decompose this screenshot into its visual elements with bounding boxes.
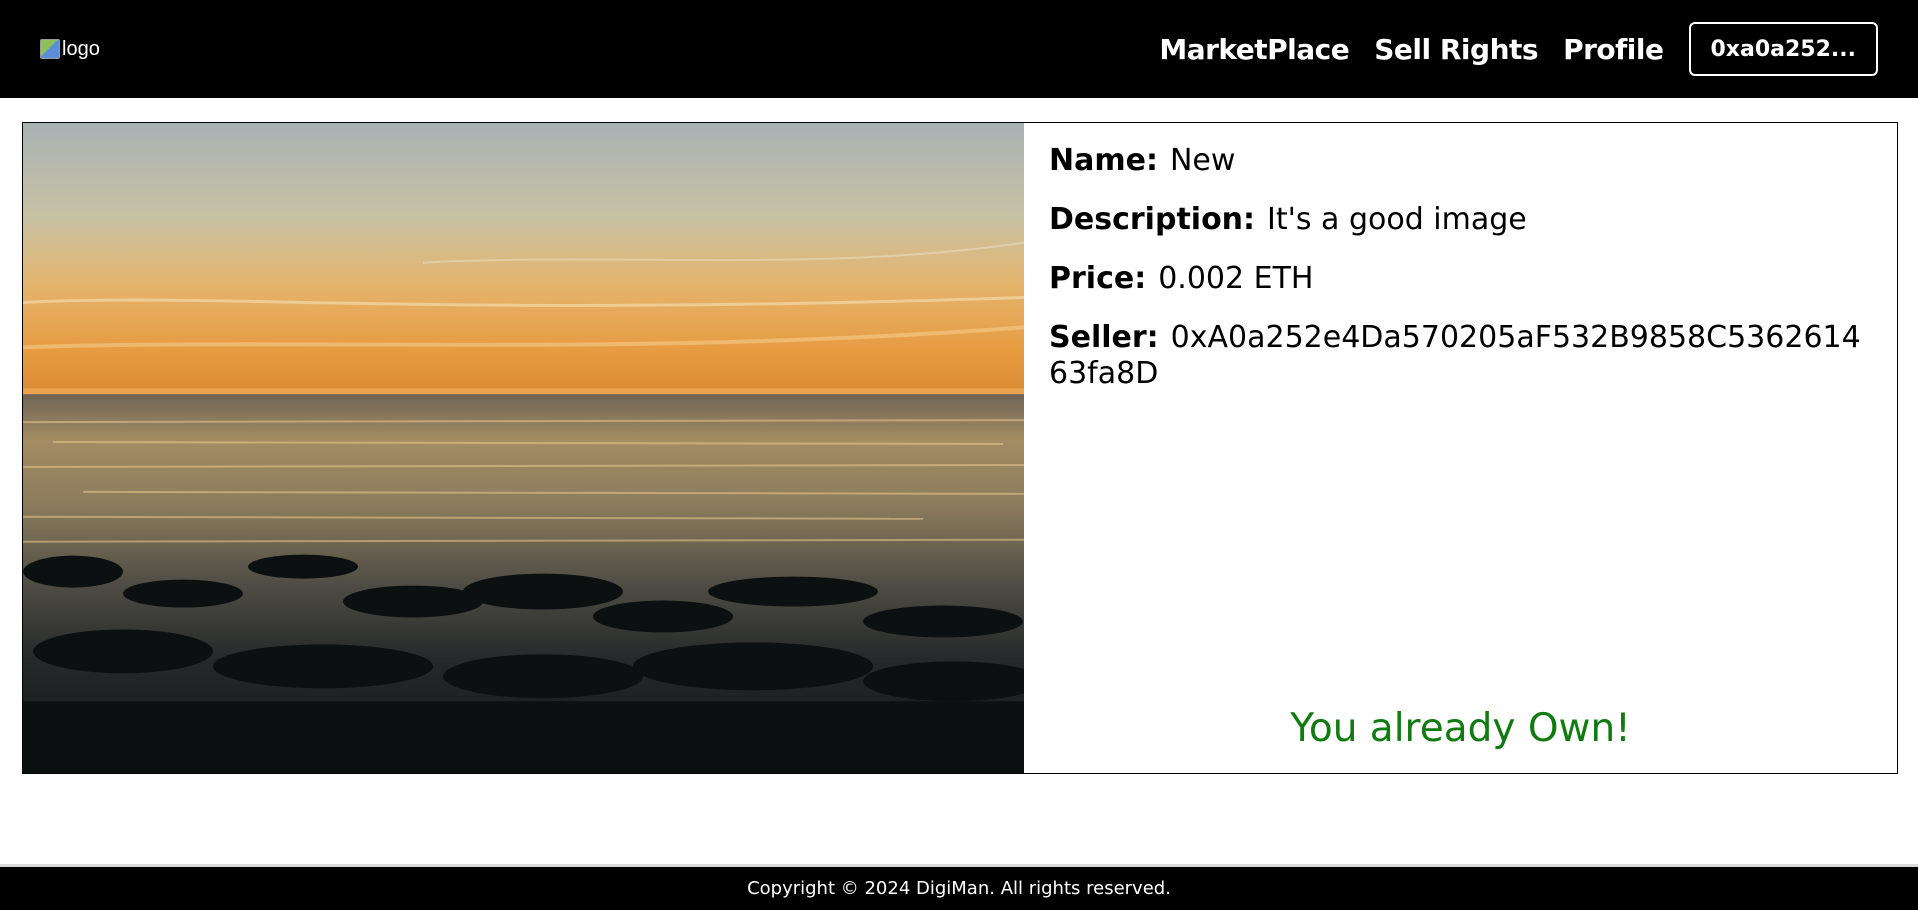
logo[interactable]: logo bbox=[40, 38, 100, 61]
seller-label: Seller: bbox=[1049, 320, 1159, 355]
footer: Copyright © 2024 DigiMan. All rights res… bbox=[0, 864, 1918, 910]
navbar: logo MarketPlace Sell Rights Profile 0xa… bbox=[0, 0, 1918, 98]
seller-row: Seller: 0xA0a252e4Da570205aF532B9858C5362… bbox=[1049, 320, 1872, 392]
nav-link-sell-rights[interactable]: Sell Rights bbox=[1374, 33, 1538, 66]
nav-menu: MarketPlace Sell Rights Profile 0xa0a252… bbox=[1159, 22, 1878, 76]
nft-detail-card: Name: New Description: It's a good image P… bbox=[22, 122, 1898, 774]
description-label: Description: bbox=[1049, 202, 1256, 237]
sunset-seascape-image bbox=[23, 123, 1024, 773]
wallet-address-button[interactable]: 0xa0a252... bbox=[1688, 22, 1878, 76]
seller-address: 0xA0a252e4Da570205aF532B9858C536261463fa… bbox=[1049, 320, 1861, 391]
logo-alt-text: logo bbox=[62, 37, 100, 60]
name-value: New bbox=[1169, 143, 1236, 178]
nav-link-profile[interactable]: Profile bbox=[1563, 33, 1664, 66]
nft-details: Name: New Description: It's a good image P… bbox=[1024, 123, 1897, 773]
description-row: Description: It's a good image bbox=[1049, 202, 1872, 238]
nav-link-marketplace[interactable]: MarketPlace bbox=[1159, 33, 1349, 66]
name-label: Name: bbox=[1049, 143, 1158, 178]
description-value: It's a good image bbox=[1267, 202, 1527, 237]
copyright-text: Copyright © 2024 DigiMan. All rights res… bbox=[747, 878, 1171, 899]
price-row: Price: 0.002 ETH bbox=[1049, 261, 1872, 297]
ownership-status: You already Own! bbox=[1290, 706, 1631, 751]
nft-image bbox=[23, 123, 1024, 773]
name-row: Name: New bbox=[1049, 143, 1872, 179]
price-value: 0.002 ETH bbox=[1158, 261, 1314, 296]
price-label: Price: bbox=[1049, 261, 1147, 296]
broken-image-icon bbox=[40, 39, 60, 59]
